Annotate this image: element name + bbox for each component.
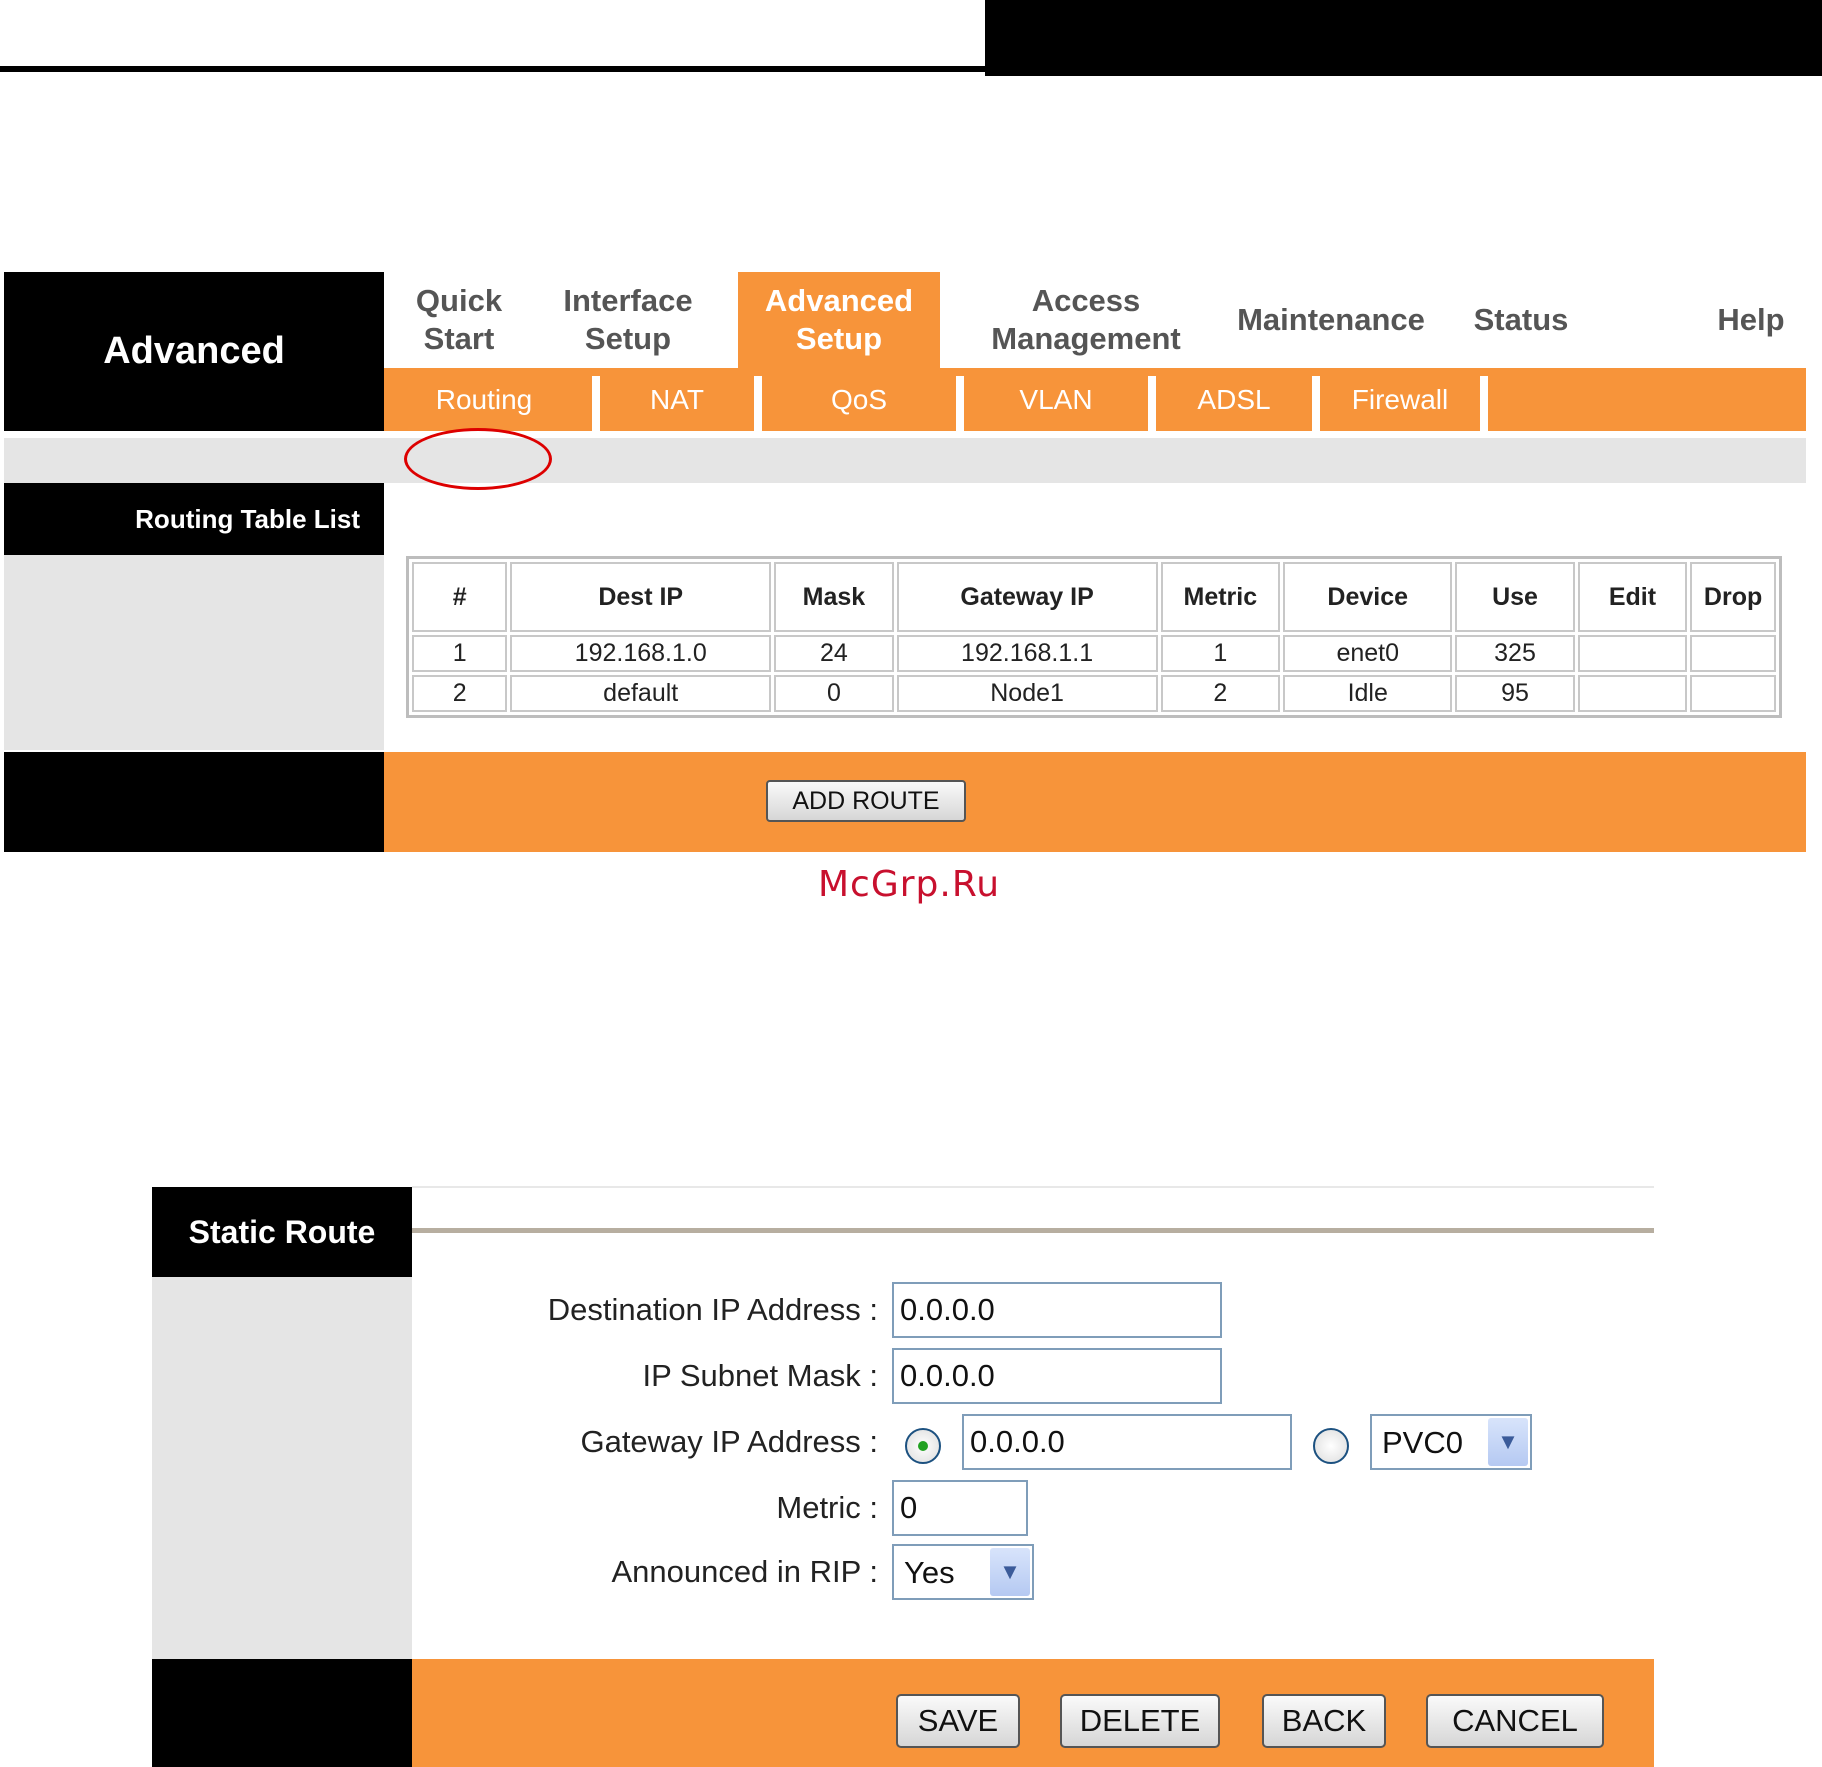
col-header-drop: Drop <box>1690 562 1776 632</box>
gateway-ip-input[interactable] <box>962 1414 1292 1470</box>
tab-quick-start[interactable]: Quick Start <box>384 272 534 368</box>
metric-label: Metric : <box>776 1490 878 1525</box>
gateway-ip-radio[interactable] <box>905 1428 941 1464</box>
cell-drop[interactable] <box>1690 635 1776 672</box>
subtab-adsl[interactable]: ADSL <box>1156 368 1312 431</box>
sidebar-filler <box>4 555 384 750</box>
table-row: 2 default 0 Node1 2 Idle 95 <box>412 675 1776 712</box>
cell-edit[interactable] <box>1577 675 1688 712</box>
routing-table: # Dest IP Mask Gateway IP Metric Device … <box>406 556 1782 718</box>
info-strip <box>4 438 1806 483</box>
announced-rip-select[interactable]: Yes ▼ <box>892 1544 1034 1600</box>
radio-selected-dot <box>918 1441 928 1451</box>
sub-nav: Routing NAT QoS VLAN ADSL Firewall <box>384 368 1806 431</box>
col-header-edit: Edit <box>1577 562 1688 632</box>
cell-device: Idle <box>1283 675 1453 712</box>
subtab-firewall[interactable]: Firewall <box>1320 368 1480 431</box>
tab-advanced-setup[interactable]: Advanced Setup <box>738 272 940 368</box>
subtab-qos[interactable]: QoS <box>762 368 956 431</box>
col-header-use: Use <box>1455 562 1575 632</box>
add-route-button[interactable]: ADD ROUTE <box>766 780 966 822</box>
cell-edit[interactable] <box>1577 635 1688 672</box>
col-header-metric: Metric <box>1160 562 1281 632</box>
cell-use: 95 <box>1455 675 1575 712</box>
subtab-vlan[interactable]: VLAN <box>964 368 1148 431</box>
cell-gateway-ip: Node1 <box>896 675 1158 712</box>
sub-nav-divider <box>1312 376 1320 431</box>
col-header-index: # <box>412 562 508 632</box>
table-row: 1 192.168.1.0 24 192.168.1.1 1 enet0 325 <box>412 635 1776 672</box>
rip-select-value: Yes <box>904 1555 955 1590</box>
sub-nav-divider <box>754 376 762 431</box>
routing-table-list-label: Routing Table List <box>4 483 384 555</box>
watermark: McGrp.Ru <box>818 864 1001 905</box>
cell-metric: 1 <box>1160 635 1281 672</box>
pvc-select[interactable]: PVC0 ▼ <box>1370 1414 1532 1470</box>
sub-nav-divider <box>592 376 600 431</box>
subtab-nat[interactable]: NAT <box>600 368 754 431</box>
cell-gateway-ip: 192.168.1.1 <box>896 635 1158 672</box>
header-rule <box>0 66 1822 72</box>
annotation-ellipse <box>404 428 552 490</box>
tab-access-management[interactable]: Access Management <box>956 272 1216 368</box>
delete-button[interactable]: DELETE <box>1060 1694 1220 1748</box>
tab-maintenance[interactable]: Maintenance <box>1216 272 1446 368</box>
tab-help[interactable]: Help <box>1696 272 1806 368</box>
tab-status[interactable]: Status <box>1446 272 1596 368</box>
footer-bar <box>384 752 1806 852</box>
cell-use: 325 <box>1455 635 1575 672</box>
back-button[interactable]: BACK <box>1262 1694 1386 1748</box>
cell-index: 1 <box>412 635 508 672</box>
sub-nav-divider <box>1148 376 1156 431</box>
save-button[interactable]: SAVE <box>896 1694 1020 1748</box>
main-nav: Quick Start Interface Setup Advanced Set… <box>384 272 1806 368</box>
header-bar <box>985 0 1822 76</box>
footer-side <box>152 1659 412 1767</box>
pvc-select-value: PVC0 <box>1382 1425 1463 1460</box>
static-route-title: Static Route <box>152 1187 412 1277</box>
chevron-down-icon[interactable]: ▼ <box>1488 1418 1528 1466</box>
announced-rip-label: Announced in RIP : <box>611 1554 878 1589</box>
dest-ip-input[interactable] <box>892 1282 1222 1338</box>
col-header-gateway-ip: Gateway IP <box>896 562 1158 632</box>
sidebar-filler <box>152 1277 412 1659</box>
col-header-dest-ip: Dest IP <box>510 562 772 632</box>
cell-dest-ip: default <box>510 675 772 712</box>
cell-mask: 24 <box>774 635 894 672</box>
cell-dest-ip: 192.168.1.0 <box>510 635 772 672</box>
cell-device: enet0 <box>1283 635 1453 672</box>
col-header-device: Device <box>1283 562 1453 632</box>
subtab-routing[interactable]: Routing <box>384 368 584 431</box>
col-header-mask: Mask <box>774 562 894 632</box>
tab-interface-setup[interactable]: Interface Setup <box>534 272 722 368</box>
subnet-mask-input[interactable] <box>892 1348 1222 1404</box>
cell-index: 2 <box>412 675 508 712</box>
title-underline <box>412 1228 1654 1233</box>
dest-ip-label: Destination IP Address : <box>547 1292 878 1327</box>
cell-drop[interactable] <box>1690 675 1776 712</box>
cell-mask: 0 <box>774 675 894 712</box>
table-header-row: # Dest IP Mask Gateway IP Metric Device … <box>412 562 1776 632</box>
gateway-pvc-radio[interactable] <box>1313 1428 1349 1464</box>
section-title: Advanced <box>4 272 384 431</box>
gateway-ip-label: Gateway IP Address : <box>580 1424 878 1459</box>
footer-side <box>4 752 384 852</box>
title-top-line <box>412 1186 1654 1188</box>
cell-metric: 2 <box>1160 675 1281 712</box>
sub-nav-divider <box>1480 376 1488 431</box>
chevron-down-icon[interactable]: ▼ <box>990 1548 1030 1596</box>
subnet-mask-label: IP Subnet Mask : <box>642 1358 879 1393</box>
sub-nav-divider <box>956 376 964 431</box>
cancel-button[interactable]: CANCEL <box>1426 1694 1604 1748</box>
metric-input[interactable] <box>892 1480 1028 1536</box>
